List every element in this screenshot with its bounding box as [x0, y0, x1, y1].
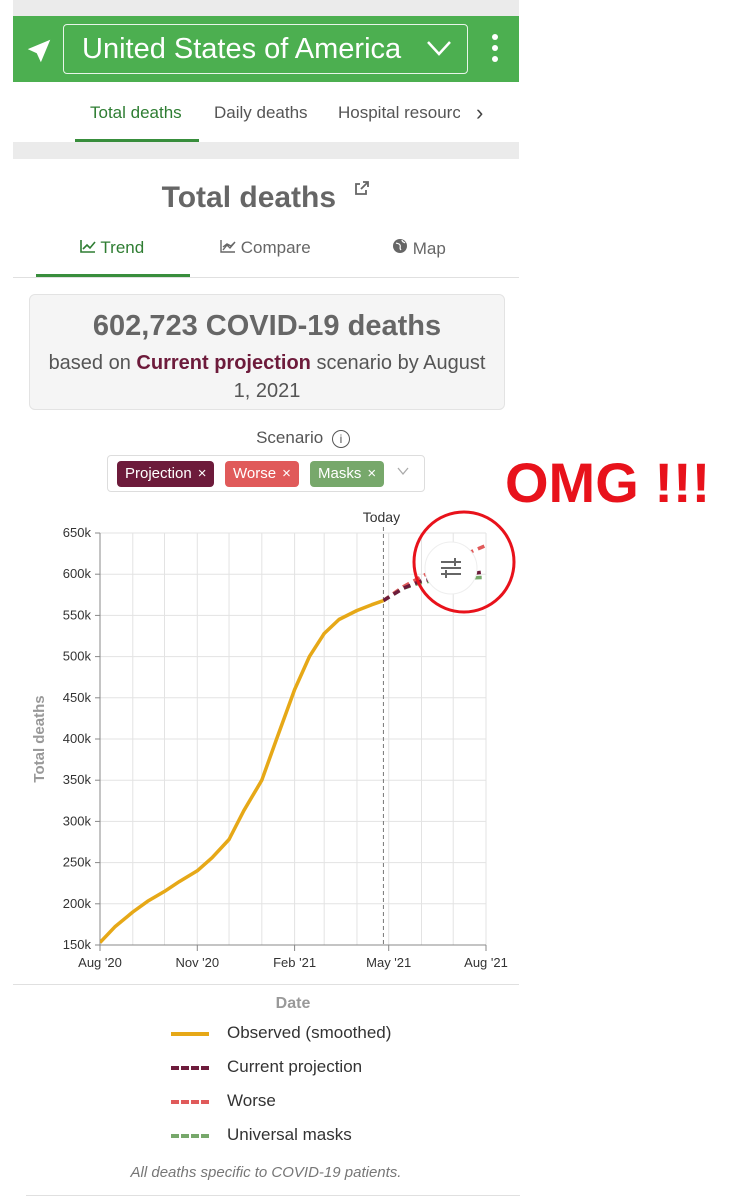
country-select-value: United States of America	[82, 33, 402, 65]
section-divider	[13, 142, 519, 159]
subtabs-divider	[13, 277, 519, 278]
legend-swatch	[171, 1032, 209, 1036]
line-chart-icon	[80, 240, 96, 253]
legend-swatch	[171, 1134, 209, 1138]
legend-item-universal-masks: Universal masks	[13, 1120, 519, 1154]
scenario-label: Scenario i	[13, 428, 593, 448]
scenario-label-text: Scenario	[256, 428, 324, 447]
chip-label: Masks	[318, 465, 362, 482]
bottom-divider	[26, 1195, 520, 1196]
summary-card: 602,723 COVID-19 deaths based on Current…	[29, 294, 505, 410]
subtab-trend[interactable]: Trend	[80, 238, 144, 258]
summary-prefix: based on	[48, 352, 131, 374]
annotation-text: OMG !!!	[505, 451, 711, 514]
death-count: 602,723	[92, 310, 198, 342]
legend-label: Worse	[227, 1091, 276, 1110]
footnote: All deaths specific to COVID-19 patients…	[130, 1164, 402, 1181]
legend-label: Universal masks	[227, 1125, 352, 1144]
x-tick-label: Aug '21	[464, 955, 508, 970]
y-tick-label: 200k	[63, 896, 92, 911]
series-line-observed-smoothed	[100, 598, 384, 944]
legend-swatch	[171, 1100, 209, 1104]
scenario-chip-projection[interactable]: Projection ×	[117, 461, 215, 487]
tab-total-deaths[interactable]: Total deaths	[90, 103, 182, 123]
active-subtab-indicator	[36, 274, 190, 277]
x-tick-label: Feb '21	[273, 955, 316, 970]
y-axis-title: Total deaths	[31, 695, 48, 782]
page-title: Total deaths	[13, 180, 519, 215]
y-tick-label: 300k	[63, 813, 92, 828]
info-icon[interactable]: i	[331, 429, 350, 448]
chevron-right-icon[interactable]: ›	[476, 100, 483, 126]
globe-icon	[393, 239, 407, 253]
chevron-down-icon[interactable]	[396, 464, 410, 478]
death-count-suffix: COVID-19 deaths	[205, 310, 442, 342]
x-axis-title: Date	[276, 995, 311, 1012]
subtab-compare-label: Compare	[240, 238, 311, 257]
chip-label: Worse	[233, 465, 277, 482]
country-select[interactable]: United States of America	[63, 24, 468, 74]
summary-scenario: Current projection	[136, 352, 311, 374]
legend-item-observed: Observed (smoothed)	[13, 1018, 519, 1052]
y-tick-label: 350k	[63, 772, 92, 787]
today-label: Today	[363, 509, 400, 525]
x-tick-label: May '21	[366, 955, 411, 970]
scenario-select[interactable]: Projection × Worse × Masks ×	[107, 455, 425, 492]
more-options-icon[interactable]	[486, 34, 504, 68]
chart-legend: Observed (smoothed) Current projection W…	[13, 1018, 519, 1154]
tab-hospital-resources[interactable]: Hospital resourc	[338, 103, 460, 123]
sliders-icon[interactable]	[441, 558, 461, 578]
y-tick-label: 250k	[63, 855, 92, 870]
y-tick-label: 550k	[63, 607, 92, 622]
top-spacer	[13, 0, 519, 16]
legend-divider	[13, 984, 519, 985]
subtab-trend-label: Trend	[100, 238, 145, 257]
external-link-icon[interactable]	[354, 180, 370, 196]
legend-item-current-projection: Current projection	[13, 1052, 519, 1086]
remove-chip-icon[interactable]: ×	[198, 465, 207, 482]
total-deaths-chart: 150k 200k 250k 300k 350k 400k 450k 500k 550k 600k…	[31, 509, 516, 1012]
scenario-chip-worse[interactable]: Worse ×	[225, 461, 299, 487]
location-arrow-icon[interactable]	[24, 36, 54, 66]
remove-chip-icon[interactable]: ×	[282, 465, 291, 482]
chip-label: Projection	[125, 465, 192, 482]
subtab-compare[interactable]: Compare	[220, 238, 311, 258]
subtab-map-label: Map	[412, 239, 446, 258]
legend-label: Current projection	[227, 1057, 363, 1076]
main-tabs: Total deaths Daily deaths Hospital resou…	[13, 82, 519, 142]
y-tick-label: 650k	[63, 525, 92, 540]
scenario-chip-masks[interactable]: Masks ×	[310, 461, 385, 487]
legend-label: Observed (smoothed)	[227, 1023, 392, 1042]
chevron-down-icon	[427, 41, 451, 56]
remove-chip-icon[interactable]: ×	[367, 465, 376, 482]
legend-swatch	[171, 1066, 209, 1070]
y-tick-label: 150k	[63, 937, 92, 952]
x-tick-label: Aug '20	[78, 955, 122, 970]
x-tick-label: Nov '20	[175, 955, 219, 970]
y-tick-label: 600k	[63, 566, 92, 581]
summary-headline: 602,723 COVID-19 deaths	[30, 310, 504, 343]
y-tick-label: 400k	[63, 731, 92, 746]
tab-daily-deaths[interactable]: Daily deaths	[214, 103, 308, 123]
compare-chart-icon	[220, 240, 236, 253]
y-tick-label: 500k	[63, 649, 92, 664]
subtab-map[interactable]: Map	[392, 238, 446, 259]
y-tick-label: 450k	[63, 690, 92, 705]
legend-item-worse: Worse	[13, 1086, 519, 1120]
page-title-text: Total deaths	[161, 181, 337, 214]
summary-description: based on Current projection scenario by …	[30, 349, 504, 405]
